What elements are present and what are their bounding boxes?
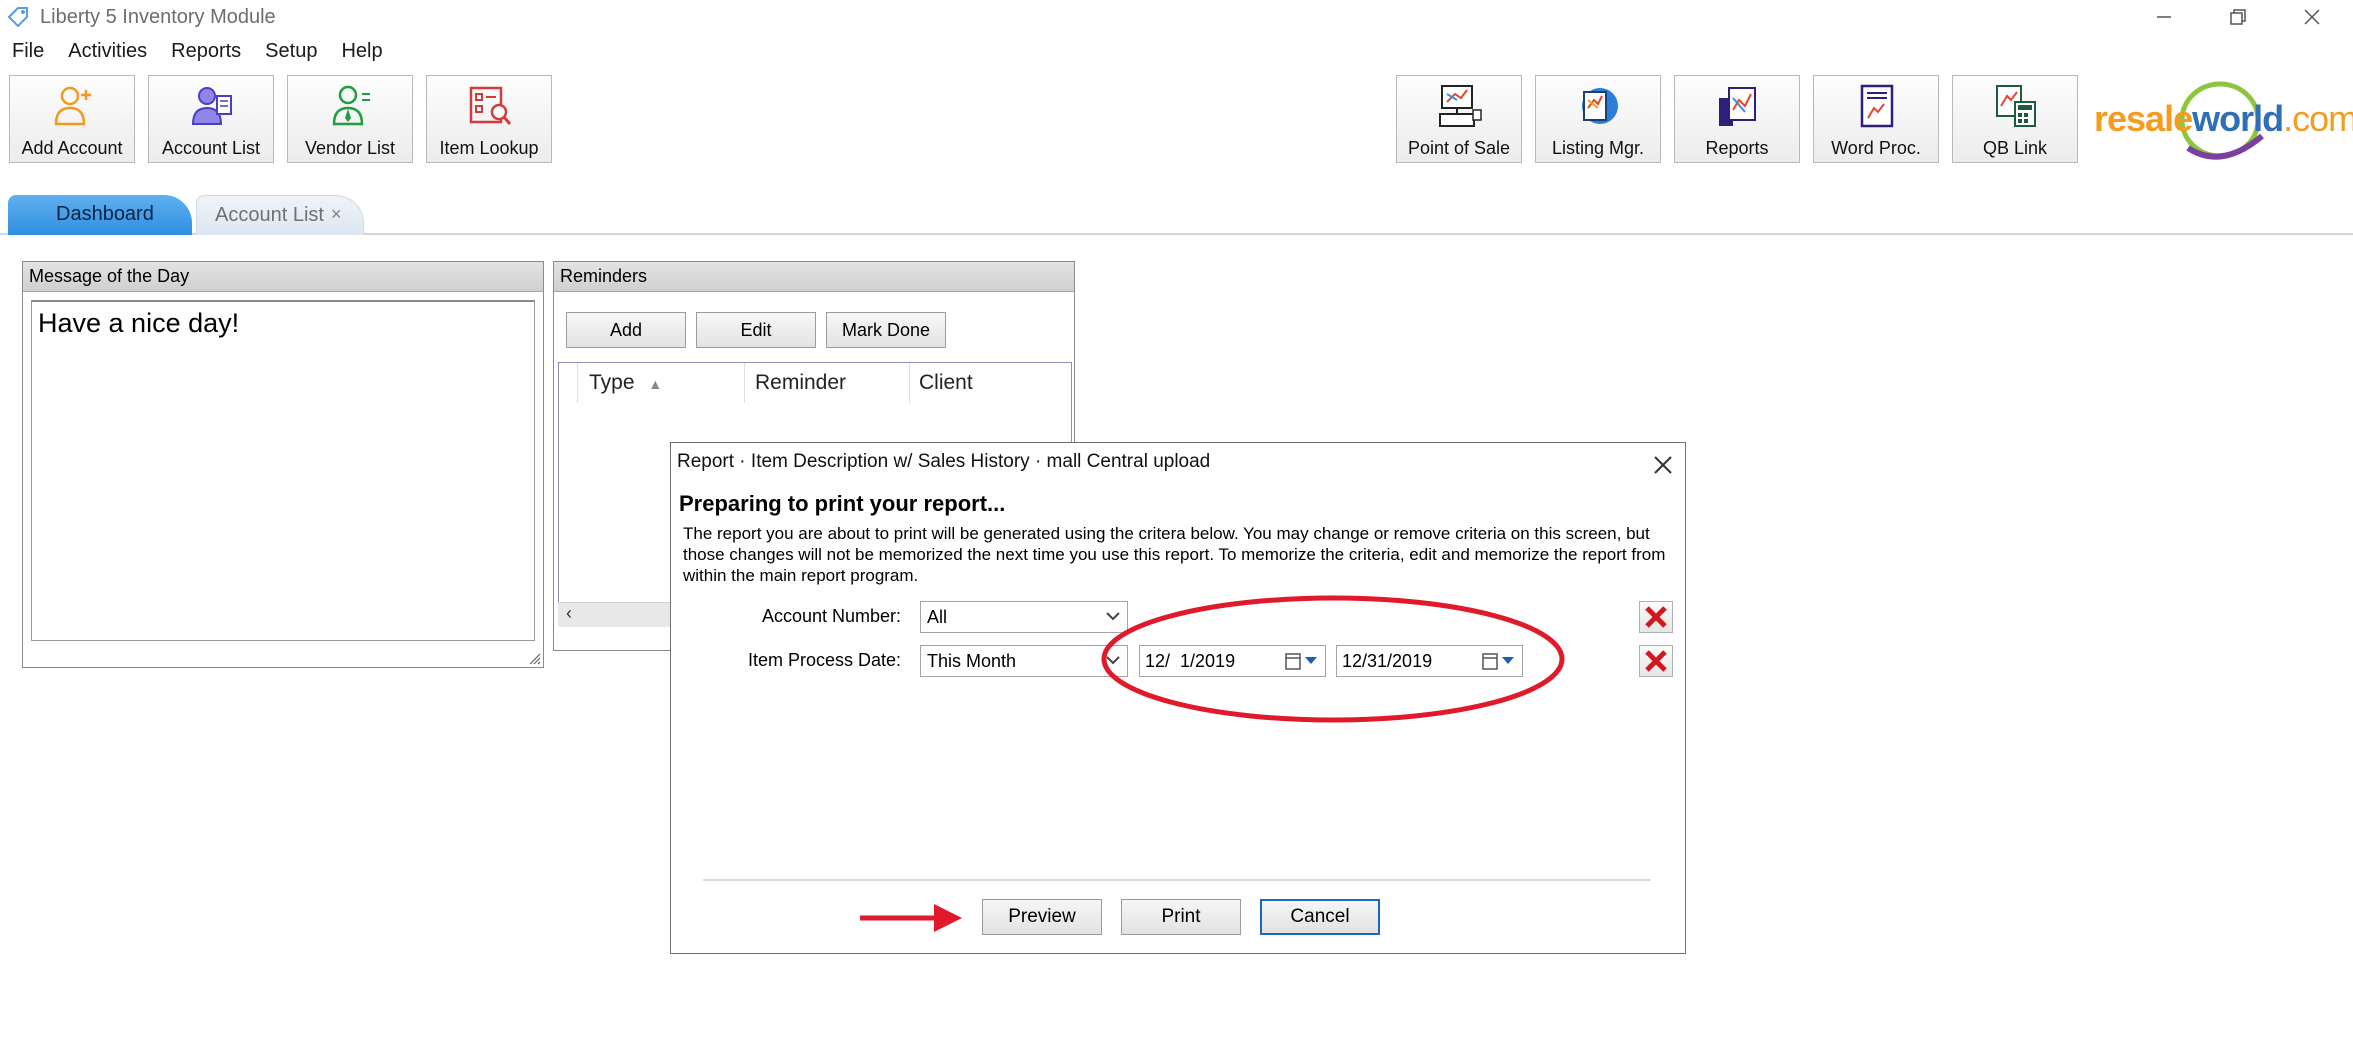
add-account-label: Add Account: [21, 138, 123, 158]
item-process-date-select[interactable]: This Month: [920, 645, 1128, 677]
listing-manager-button[interactable]: Listing Mgr.: [1535, 75, 1661, 163]
cancel-button[interactable]: Cancel: [1260, 899, 1380, 935]
tab-account-list[interactable]: Account List ×: [196, 195, 364, 235]
point-of-sale-label: Point of Sale: [1407, 138, 1511, 158]
dialog-heading: Preparing to print your report...: [679, 491, 1006, 516]
logo-world: world: [2192, 98, 2284, 139]
vendor-list-icon: [332, 85, 370, 126]
tab-close-icon[interactable]: ×: [331, 204, 342, 225]
menu-activities[interactable]: Activities: [56, 36, 159, 70]
menu-bar: File Activities Reports Setup Help: [0, 36, 395, 70]
dialog-description: The report you are about to print will b…: [683, 524, 1666, 585]
account-number-label: Account Number:: [761, 606, 901, 626]
remove-account-number-button[interactable]: [1639, 601, 1673, 633]
close-window-button[interactable]: [2276, 0, 2348, 34]
menu-help[interactable]: Help: [329, 36, 394, 70]
vendor-list-label: Vendor List: [304, 138, 396, 158]
vendor-list-button[interactable]: Vendor List: [287, 75, 413, 163]
column-client[interactable]: Client: [919, 371, 973, 395]
reports-icon: [1719, 87, 1756, 126]
reminder-add-button[interactable]: Add: [566, 312, 686, 348]
message-of-the-day-panel: Message of the Day Have a nice day!: [22, 261, 544, 668]
item-lookup-button[interactable]: Item Lookup: [426, 75, 552, 163]
point-of-sale-icon: [1439, 85, 1482, 127]
item-lookup-label: Item Lookup: [439, 138, 539, 158]
title-bar: [0, 0, 2353, 36]
app-tag-icon: [7, 7, 28, 28]
tab-dashboard[interactable]: Dashboard: [8, 195, 192, 235]
column-reminder[interactable]: Reminder: [755, 371, 846, 395]
word-processor-label: Word Proc.: [1831, 138, 1921, 158]
listing-manager-icon: [1582, 88, 1618, 124]
qb-link-button[interactable]: QB Link: [1952, 75, 2078, 163]
reminder-mark-done-button[interactable]: Mark Done: [826, 312, 946, 348]
item-lookup-icon: [469, 86, 512, 125]
word-processor-icon: [1860, 84, 1894, 128]
window-title: Liberty 5 Inventory Module: [40, 6, 276, 28]
account-list-icon: [191, 87, 232, 125]
resaleworld-logo: resaleworld.com™: [2094, 98, 2353, 140]
reports-button[interactable]: Reports: [1674, 75, 1800, 163]
scroll-left-icon[interactable]: ‹: [566, 603, 572, 624]
dialog-title: Report · Item Description w/ Sales Histo…: [677, 451, 1211, 472]
column-separator: [744, 363, 745, 403]
account-number-select[interactable]: All: [920, 601, 1128, 633]
add-account-button[interactable]: Add Account: [9, 75, 135, 163]
sort-ascending-icon: ▲: [648, 376, 663, 392]
column-separator: [909, 363, 910, 403]
logo-dotcom: .com: [2283, 98, 2353, 139]
print-button[interactable]: Print: [1121, 899, 1241, 935]
account-list-button[interactable]: Account List: [148, 75, 274, 163]
tab-dashboard-label: Dashboard: [56, 203, 154, 225]
motd-text-area[interactable]: Have a nice day!: [31, 300, 535, 641]
motd-header: Message of the Day: [23, 262, 543, 292]
reminder-edit-button[interactable]: Edit: [696, 312, 816, 348]
listing-manager-label: Listing Mgr.: [1551, 138, 1645, 158]
item-process-date-label: Item Process Date:: [747, 650, 901, 670]
logo-resale: resale: [2094, 98, 2193, 139]
delete-x-icon: [1645, 650, 1667, 672]
close-icon: [2304, 9, 2320, 25]
word-processor-button[interactable]: Word Proc.: [1813, 75, 1939, 163]
column-separator: [577, 363, 578, 403]
minimize-button[interactable]: [2128, 0, 2200, 34]
arrow-annotation-icon: [860, 904, 962, 932]
reports-label: Reports: [1705, 138, 1769, 158]
qb-link-label: QB Link: [1982, 138, 2048, 158]
dialog-separator: [703, 879, 1651, 881]
column-type[interactable]: Type ▲: [589, 371, 662, 395]
account-list-label: Account List: [161, 138, 261, 158]
add-account-icon: [54, 86, 91, 126]
delete-x-icon: [1645, 606, 1667, 628]
column-type-label: Type: [589, 371, 635, 394]
preview-button[interactable]: Preview: [982, 899, 1102, 935]
minimize-icon: [2157, 16, 2171, 18]
menu-reports[interactable]: Reports: [159, 36, 253, 70]
restore-icon: [2230, 9, 2246, 25]
account-number-value: All: [927, 607, 948, 627]
reminders-header: Reminders: [554, 262, 1074, 292]
menu-setup[interactable]: Setup: [253, 36, 329, 70]
resize-grip-icon[interactable]: [527, 651, 541, 665]
item-process-date-value: This Month: [927, 651, 1017, 671]
dialog-close-icon[interactable]: [1651, 447, 1675, 484]
point-of-sale-button[interactable]: Point of Sale: [1396, 75, 1522, 163]
restore-button[interactable]: [2202, 0, 2274, 34]
qb-link-icon: [1996, 85, 2036, 127]
tab-account-list-label: Account List: [215, 204, 324, 226]
remove-item-process-date-button[interactable]: [1639, 645, 1673, 677]
motd-text: Have a nice day!: [38, 308, 240, 338]
highlight-ellipse-annotation: [1101, 595, 1565, 723]
menu-file[interactable]: File: [0, 36, 56, 70]
